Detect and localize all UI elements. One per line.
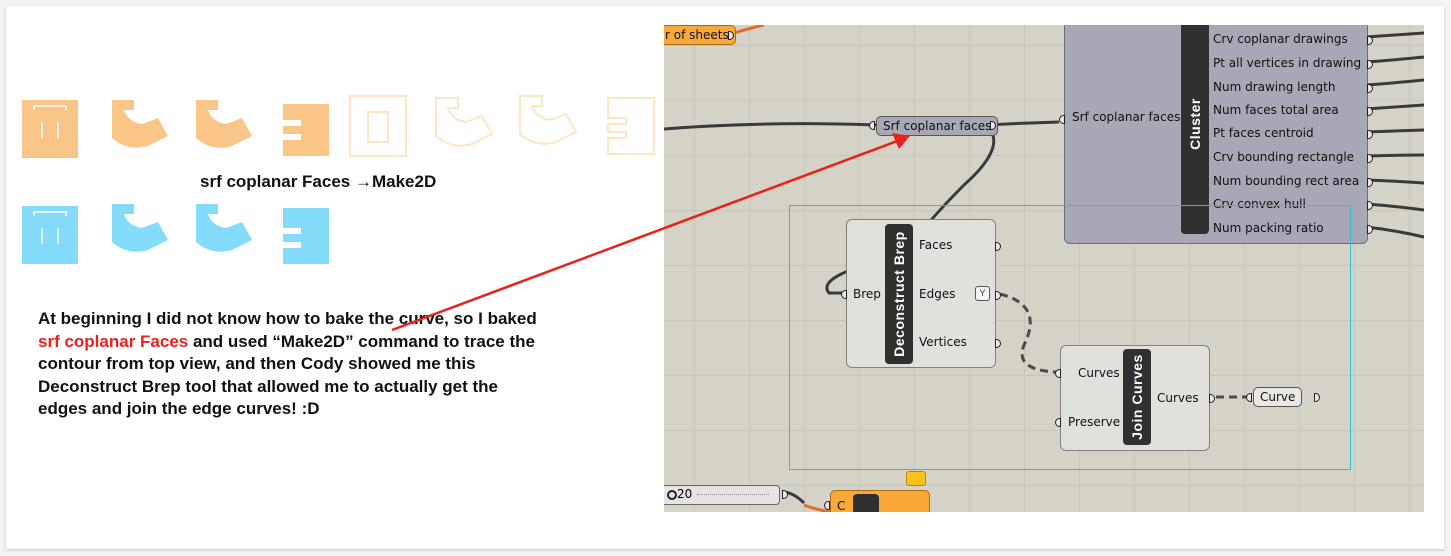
orange-outline-tab <box>607 97 655 155</box>
orange-tab-shape <box>283 104 329 156</box>
cyan-bracket-shape <box>112 204 168 252</box>
slider-track <box>697 494 769 497</box>
orange-outline-bracket <box>435 97 494 147</box>
description-part1: At beginning I did not know how to bake … <box>38 309 537 328</box>
orange-input-node[interactable] <box>824 501 830 510</box>
orange-component[interactable]: C <box>830 490 930 512</box>
cluster-title: Cluster <box>1187 98 1203 150</box>
cyan-bracket-shape <box>196 204 252 252</box>
cyan-shapes-row <box>22 204 329 264</box>
cyan-box-shape <box>22 206 78 264</box>
orange-outline-bracket <box>519 95 578 145</box>
cluster-input-node[interactable] <box>1059 115 1065 124</box>
caption-text: srf coplanar Faces →Make2D <box>200 172 437 191</box>
selection-rectangle <box>789 205 1351 470</box>
cyan-tab-shape <box>283 208 329 264</box>
cluster-output-5: Crv bounding rectangle <box>1213 150 1355 164</box>
orange-box-shape <box>22 100 78 158</box>
orange-bracket-shape <box>196 100 252 148</box>
number-slider[interactable]: 20 <box>664 485 780 505</box>
slider-value: 20 <box>677 487 693 501</box>
srf-coplanar-faces-param[interactable]: Srf coplanar faces <box>876 116 999 136</box>
srf-param-input-node[interactable] <box>869 121 875 130</box>
orange-component-strip <box>853 494 879 512</box>
cluster-output-1: Pt all vertices in drawing <box>1213 56 1362 70</box>
cluster-output-3: Num faces total area <box>1213 103 1339 117</box>
srf-param-label: Srf coplanar faces <box>883 119 992 133</box>
orange-bracket-shape <box>112 100 168 148</box>
cluster-output-4: Pt faces centroid <box>1213 126 1314 140</box>
orange-shapes-row <box>22 95 655 158</box>
sheets-param[interactable]: r of sheets <box>664 25 736 45</box>
cluster-title-strip: Cluster <box>1181 25 1209 234</box>
cluster-output-2: Num drawing length <box>1213 80 1336 94</box>
slider-grip-icon <box>667 490 677 500</box>
description-paragraph: At beginning I did not know how to bake … <box>38 308 548 421</box>
speech-bubble-icon <box>906 471 926 486</box>
cluster-output-0: Crv coplanar drawings <box>1213 32 1348 46</box>
description-highlight: srf coplanar Faces <box>38 331 189 351</box>
sheets-param-label: r of sheets <box>665 28 729 42</box>
orange-component-label: C <box>837 499 846 512</box>
cluster-output-6: Num bounding rect area <box>1213 174 1360 188</box>
orange-outline-box <box>349 95 407 157</box>
cluster-input-label: Srf coplanar faces <box>1072 110 1181 124</box>
